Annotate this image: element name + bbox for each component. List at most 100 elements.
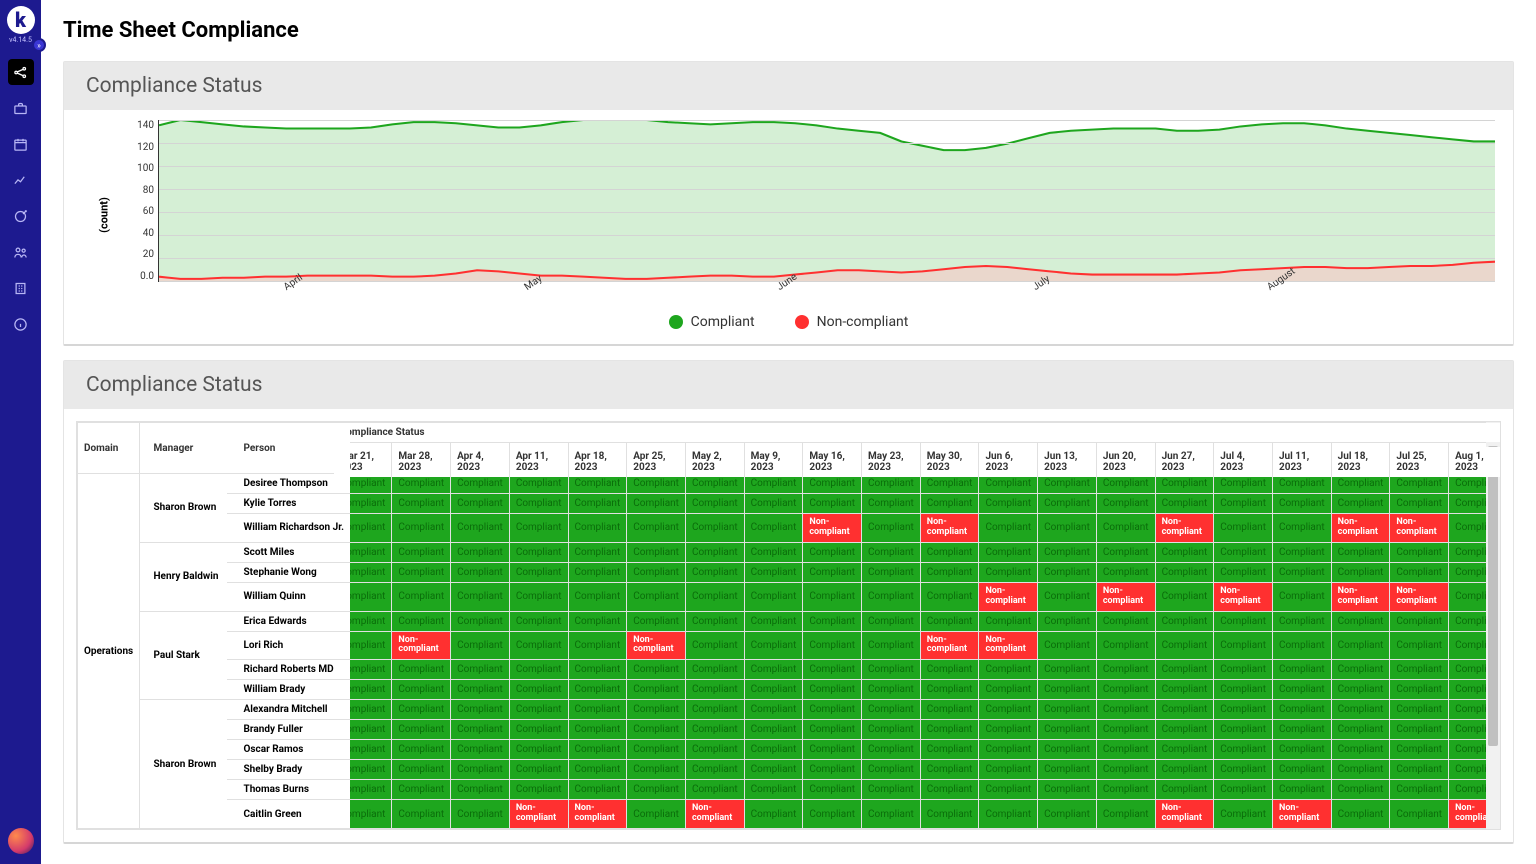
col-header-date[interactable]: Jun 20,2023 (1096, 446, 1155, 477)
cell-compliant[interactable]: Compliant (920, 680, 979, 700)
cell-compliant[interactable]: Compliant (568, 720, 627, 740)
cell-compliant[interactable]: Compliant (509, 582, 568, 611)
cell-compliant[interactable]: Compliant (1155, 760, 1214, 780)
cell-compliant[interactable]: Compliant (1038, 720, 1097, 740)
cell-compliant[interactable]: Compliant (803, 582, 862, 611)
cell-compliant[interactable]: Compliant (1272, 720, 1331, 740)
cell-compliant[interactable]: Compliant (1155, 740, 1214, 760)
cell-compliant[interactable]: Compliant (392, 680, 451, 700)
col-header-date[interactable]: Jul 25,2023 (1390, 446, 1449, 477)
col-header-manager[interactable]: Manager (147, 423, 227, 474)
cell-compliant[interactable]: Compliant (568, 494, 627, 514)
cell-compliant[interactable]: Compliant (1331, 800, 1390, 829)
cell-compliant[interactable]: Compliant (803, 494, 862, 514)
cell-compliant[interactable]: Compliant (1214, 800, 1273, 829)
cell-compliant[interactable]: Compliant (920, 700, 979, 720)
cell-compliant[interactable]: Compliant (1214, 494, 1273, 514)
col-header-date[interactable]: May 16,2023 (803, 446, 862, 477)
cell-compliant[interactable]: Compliant (1214, 562, 1273, 582)
cell-compliant[interactable]: Compliant (862, 542, 921, 562)
cell-compliant[interactable]: Compliant (744, 800, 803, 829)
cell-noncompliant[interactable]: Non-compliant (1155, 800, 1214, 829)
cell-compliant[interactable]: Compliant (627, 700, 686, 720)
cell-compliant[interactable]: Compliant (920, 780, 979, 800)
col-header-person[interactable]: Person (237, 423, 351, 474)
cell-compliant[interactable]: Compliant (685, 582, 744, 611)
col-header-date[interactable]: May 23,2023 (862, 446, 921, 477)
cell-compliant[interactable]: Compliant (979, 720, 1038, 740)
cell-compliant[interactable]: Compliant (803, 800, 862, 829)
cell-compliant[interactable]: Compliant (1096, 514, 1155, 543)
cell-compliant[interactable]: Compliant (627, 760, 686, 780)
cell-compliant[interactable]: Compliant (392, 542, 451, 562)
cell-noncompliant[interactable]: Non-compliant (1155, 514, 1214, 543)
cell-compliant[interactable]: Compliant (1096, 740, 1155, 760)
cell-compliant[interactable]: Compliant (920, 542, 979, 562)
cell-noncompliant[interactable]: Non-compliant (979, 582, 1038, 611)
cell-compliant[interactable]: Compliant (627, 494, 686, 514)
cell-compliant[interactable]: Compliant (1155, 582, 1214, 611)
cell-compliant[interactable]: Compliant (1038, 494, 1097, 514)
cell-noncompliant[interactable]: Non-compliant (1331, 582, 1390, 611)
cell-noncompliant[interactable]: Non-compliant (1331, 514, 1390, 543)
cell-compliant[interactable]: Compliant (451, 514, 510, 543)
cell-compliant[interactable]: Compliant (744, 700, 803, 720)
cell-compliant[interactable]: Compliant (862, 720, 921, 740)
cell-compliant[interactable]: Compliant (685, 542, 744, 562)
cell-compliant[interactable]: Compliant (1272, 611, 1331, 631)
cell-compliant[interactable]: Compliant (568, 514, 627, 543)
cell-compliant[interactable]: Compliant (862, 700, 921, 720)
cell-compliant[interactable]: Compliant (1038, 611, 1097, 631)
nav-calendar[interactable] (8, 131, 34, 157)
cell-noncompliant[interactable]: Non-compliant (1390, 514, 1449, 543)
cell-compliant[interactable]: Compliant (744, 611, 803, 631)
cell-compliant[interactable]: Compliant (568, 780, 627, 800)
cell-compliant[interactable]: Compliant (803, 760, 862, 780)
cell-compliant[interactable]: Compliant (627, 582, 686, 611)
cell-compliant[interactable]: Compliant (920, 611, 979, 631)
cell-compliant[interactable]: Compliant (979, 700, 1038, 720)
cell-compliant[interactable]: Compliant (1096, 542, 1155, 562)
cell-compliant[interactable]: Compliant (744, 514, 803, 543)
nav-people[interactable] (8, 239, 34, 265)
col-header-date[interactable]: May 2,2023 (685, 446, 744, 477)
cell-compliant[interactable]: Compliant (1155, 562, 1214, 582)
cell-compliant[interactable]: Compliant (392, 760, 451, 780)
cell-compliant[interactable]: Compliant (392, 514, 451, 543)
cell-compliant[interactable]: Compliant (1331, 542, 1390, 562)
cell-compliant[interactable]: Compliant (451, 780, 510, 800)
cell-compliant[interactable]: Compliant (451, 800, 510, 829)
cell-compliant[interactable]: Compliant (1272, 582, 1331, 611)
cell-compliant[interactable]: Compliant (744, 680, 803, 700)
cell-compliant[interactable]: Compliant (627, 562, 686, 582)
cell-compliant[interactable]: Compliant (1096, 660, 1155, 680)
cell-compliant[interactable]: Compliant (1390, 611, 1449, 631)
cell-compliant[interactable]: Compliant (1272, 740, 1331, 760)
cell-compliant[interactable]: Compliant (685, 611, 744, 631)
cell-compliant[interactable]: Compliant (979, 780, 1038, 800)
cell-compliant[interactable]: Compliant (1272, 562, 1331, 582)
legend-compliant[interactable]: Compliant (669, 314, 755, 330)
nav-briefcase[interactable] (8, 95, 34, 121)
cell-compliant[interactable]: Compliant (685, 514, 744, 543)
cell-compliant[interactable]: Compliant (862, 631, 921, 660)
cell-compliant[interactable]: Compliant (568, 542, 627, 562)
col-header-date[interactable]: May 9,2023 (744, 446, 803, 477)
cell-compliant[interactable]: Compliant (1038, 700, 1097, 720)
cell-compliant[interactable]: Compliant (451, 582, 510, 611)
table-scrollbar[interactable] (1486, 422, 1500, 829)
cell-noncompliant[interactable]: Non-compliant (920, 631, 979, 660)
cell-compliant[interactable]: Compliant (1155, 720, 1214, 740)
cell-compliant[interactable]: Compliant (1390, 562, 1449, 582)
cell-noncompliant[interactable]: Non-compliant (392, 631, 451, 660)
cell-compliant[interactable]: Compliant (1272, 760, 1331, 780)
cell-compliant[interactable]: Compliant (744, 494, 803, 514)
cell-compliant[interactable]: Compliant (1272, 542, 1331, 562)
cell-compliant[interactable]: Compliant (803, 740, 862, 760)
cell-compliant[interactable]: Compliant (862, 740, 921, 760)
cell-compliant[interactable]: Compliant (1096, 720, 1155, 740)
cell-compliant[interactable]: Compliant (862, 514, 921, 543)
cell-compliant[interactable]: Compliant (627, 680, 686, 700)
cell-compliant[interactable]: Compliant (979, 514, 1038, 543)
cell-compliant[interactable]: Compliant (1272, 700, 1331, 720)
